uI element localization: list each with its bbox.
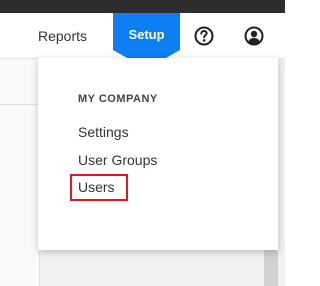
- users-highlight-box: [70, 174, 128, 201]
- page-side-panel: [0, 59, 40, 286]
- nav-reports-link[interactable]: Reports: [38, 26, 87, 46]
- menu-item-settings[interactable]: Settings: [78, 123, 129, 141]
- menu-item-user-groups[interactable]: User Groups: [78, 151, 157, 169]
- setup-dropdown-menu: MY COMPANY Settings User Groups Users: [38, 58, 278, 250]
- page-scrollbar[interactable]: [264, 245, 278, 286]
- account-icon[interactable]: [243, 25, 265, 47]
- top-strip: [0, 0, 285, 13]
- page-row-divider: [0, 104, 40, 105]
- top-nav: Reports Setup: [0, 13, 285, 69]
- help-icon[interactable]: [193, 25, 215, 47]
- setup-tab-label: Setup: [128, 27, 165, 42]
- section-heading-my-company: MY COMPANY: [78, 93, 158, 105]
